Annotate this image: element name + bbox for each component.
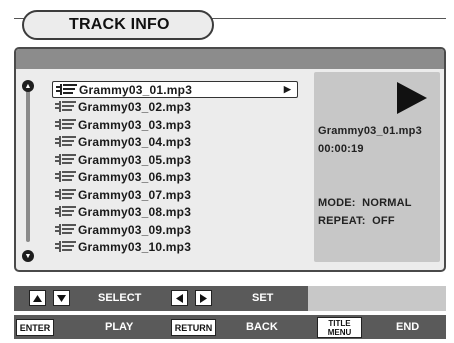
list-item[interactable]: Grammy03_02.mp3: [52, 98, 298, 115]
list-item-selected[interactable]: Grammy03_01.mp3 ▶: [52, 81, 298, 98]
info-elapsed-time: 00:00:19: [318, 143, 364, 155]
play-label: PLAY: [105, 321, 134, 333]
track-name: Grammy03_02.mp3: [78, 99, 192, 114]
music-file-icon: [55, 171, 76, 182]
up-arrow-key-icon[interactable]: [29, 290, 46, 306]
music-file-icon: [55, 136, 76, 147]
track-name: Grammy03_07.mp3: [78, 187, 192, 202]
track-name: Grammy03_05.mp3: [78, 152, 192, 167]
play-indicator-icon: ▶: [283, 84, 291, 94]
page-title-text: TRACK INFO: [69, 16, 170, 33]
select-label: SELECT: [98, 292, 142, 304]
track-name: Grammy03_09.mp3: [78, 222, 192, 237]
left-arrow-key-icon[interactable]: [171, 290, 188, 306]
scroll-up-icon[interactable]: ▲: [22, 80, 34, 92]
music-file-icon: [55, 101, 76, 112]
right-arrow-key-icon[interactable]: [195, 290, 212, 306]
music-file-icon: [56, 84, 77, 95]
track-name: Grammy03_08.mp3: [78, 204, 192, 219]
info-mode: MODE: NORMAL: [318, 197, 412, 209]
track-name: Grammy03_01.mp3: [79, 82, 193, 97]
track-name: Grammy03_03.mp3: [78, 117, 192, 132]
track-name: Grammy03_06.mp3: [78, 169, 192, 184]
music-file-icon: [55, 154, 76, 165]
list-item[interactable]: Grammy03_05.mp3: [52, 151, 298, 168]
end-label: END: [396, 321, 420, 333]
page-title: TRACK INFO: [22, 10, 214, 40]
down-arrow-key-icon[interactable]: [53, 290, 70, 306]
music-file-icon: [55, 189, 76, 200]
scrollbar-track[interactable]: [26, 86, 30, 242]
key-legend-row-1: SELECT SET: [14, 286, 446, 311]
list-item[interactable]: Grammy03_08.mp3: [52, 203, 298, 220]
scroll-down-icon[interactable]: ▼: [22, 250, 34, 262]
list-item[interactable]: Grammy03_04.mp3: [52, 133, 298, 150]
title-menu-key-top: TITLE: [328, 318, 351, 328]
info-repeat: REPEAT: OFF: [318, 215, 395, 227]
track-name: Grammy03_04.mp3: [78, 134, 192, 149]
back-label: BACK: [246, 321, 278, 333]
key-legend-row-2: ENTER PLAY RETURN BACK TITLE MENU END: [14, 315, 446, 339]
list-item[interactable]: Grammy03_07.mp3: [52, 186, 298, 203]
track-name: Grammy03_10.mp3: [78, 239, 192, 254]
title-menu-key-bottom: MENU: [327, 327, 352, 337]
music-file-icon: [55, 119, 76, 130]
set-label: SET: [252, 292, 274, 304]
track-info-panel: Grammy03_01.mp3 00:00:19 MODE: NORMAL RE…: [314, 72, 440, 262]
enter-key[interactable]: ENTER: [16, 319, 54, 336]
list-item[interactable]: Grammy03_09.mp3: [52, 221, 298, 238]
panel-header-strip: [16, 49, 444, 69]
return-key[interactable]: RETURN: [171, 319, 216, 336]
list-item[interactable]: Grammy03_06.mp3: [52, 168, 298, 185]
title-menu-key[interactable]: TITLE MENU: [317, 317, 362, 338]
music-file-icon: [55, 206, 76, 217]
list-item[interactable]: Grammy03_10.mp3: [52, 238, 298, 255]
info-filename: Grammy03_01.mp3: [318, 125, 422, 137]
list-item[interactable]: Grammy03_03.mp3: [52, 116, 298, 133]
play-icon: [397, 82, 427, 114]
music-file-icon: [55, 241, 76, 252]
music-file-icon: [55, 224, 76, 235]
